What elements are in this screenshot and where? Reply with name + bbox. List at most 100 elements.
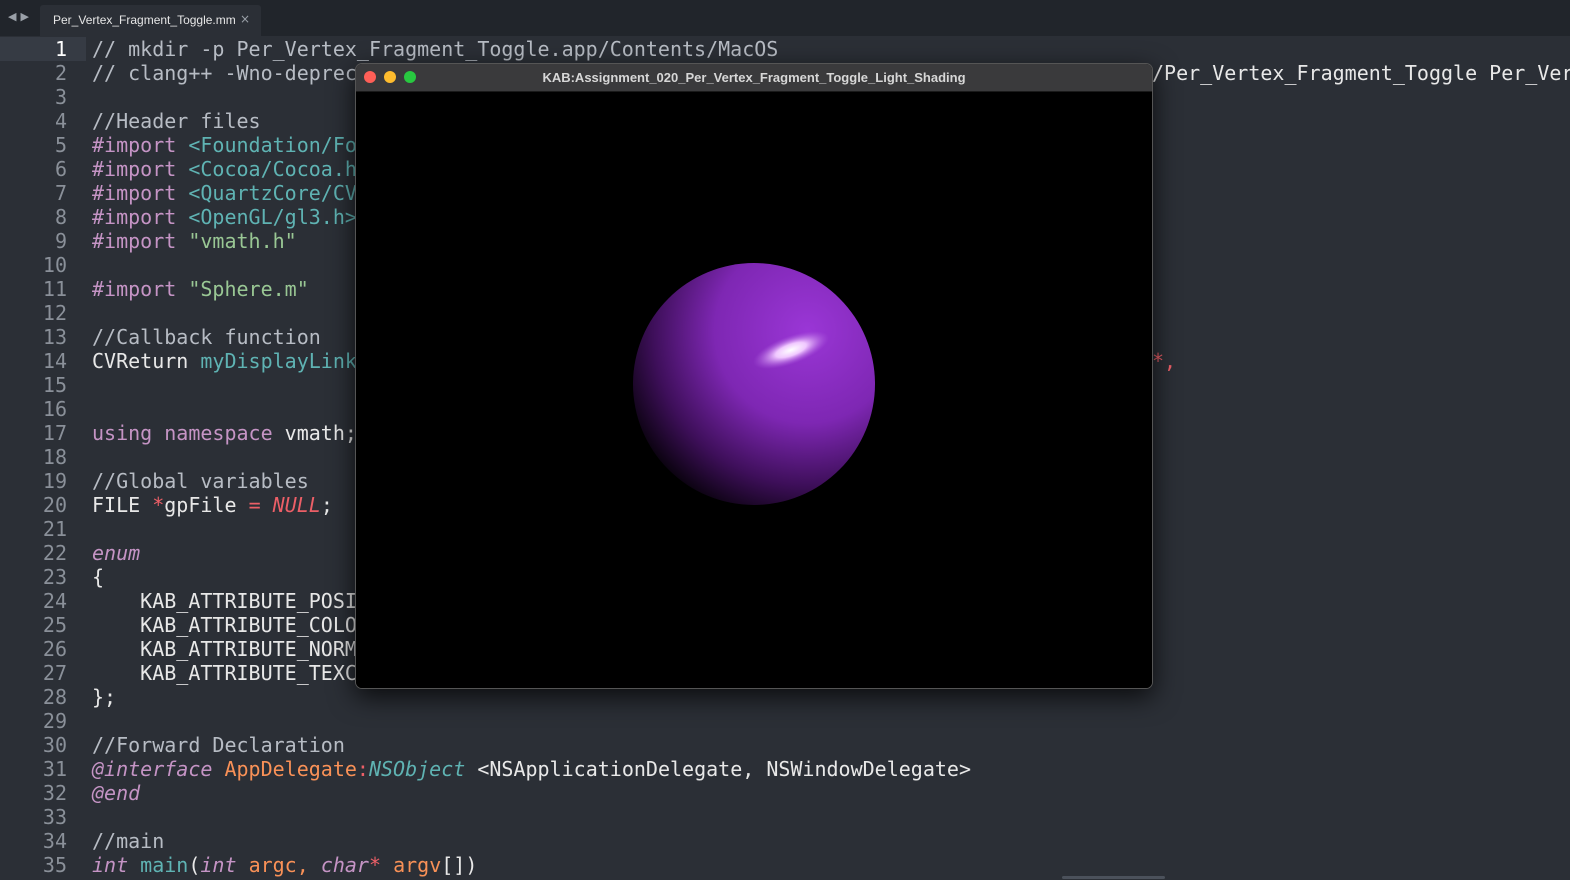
code-keyword: @end bbox=[92, 781, 141, 805]
line-number: 11 bbox=[42, 277, 67, 301]
code-line: 1 // mkdir -p Per_Vertex_Fragment_Toggle.… bbox=[0, 37, 1570, 61]
code-line: 29 bbox=[0, 709, 1570, 733]
code-text: //Callback function bbox=[92, 325, 321, 349]
code-function: main bbox=[140, 853, 189, 877]
code-keyword: int bbox=[200, 853, 249, 877]
code-keyword: char bbox=[320, 853, 369, 877]
opengl-window[interactable]: KAB:Assignment_020_Per_Vertex_Fragment_T… bbox=[355, 63, 1153, 689]
code-keyword: @interface bbox=[92, 757, 225, 781]
line-number: 14 bbox=[42, 349, 67, 373]
code-line: 31 @interface AppDelegate:NSObject <NSApp… bbox=[0, 757, 1570, 781]
line-number: 21 bbox=[42, 517, 67, 541]
line-number: 31 bbox=[42, 757, 67, 781]
line-number: 19 bbox=[42, 469, 67, 493]
code-text: //Forward Declaration bbox=[92, 733, 345, 757]
window-titlebar[interactable]: KAB:Assignment_020_Per_Vertex_Fragment_T… bbox=[356, 64, 1152, 92]
line-number: 29 bbox=[42, 709, 67, 733]
code-text: <OpenGL/gl3.h> bbox=[188, 205, 357, 229]
code-overflow-line2: /Per_Vertex_Fragment_Toggle Per_Ver bbox=[1152, 61, 1570, 85]
line-number: 8 bbox=[54, 205, 67, 229]
line-number: 7 bbox=[54, 181, 67, 205]
horizontal-scrollbar[interactable] bbox=[1062, 876, 1165, 879]
code-operator: : bbox=[356, 757, 369, 781]
line-number: 20 bbox=[42, 493, 67, 517]
line-number: 22 bbox=[42, 541, 67, 565]
line-number: 5 bbox=[54, 133, 67, 157]
line-number: 15 bbox=[42, 373, 67, 397]
code-line: 32 @end bbox=[0, 781, 1570, 805]
line-number: 30 bbox=[42, 733, 67, 757]
code-operator: * bbox=[368, 853, 394, 877]
code-text: }; bbox=[92, 685, 117, 709]
code-keyword: #import bbox=[92, 277, 189, 301]
line-number: 6 bbox=[54, 157, 67, 181]
line-number: 27 bbox=[42, 661, 67, 685]
code-text: ( bbox=[188, 853, 201, 877]
line-number: 28 bbox=[42, 685, 67, 709]
code-text: vmath; bbox=[284, 421, 357, 445]
tab-label: Per_Vertex_Fragment_Toggle.mm bbox=[53, 13, 236, 27]
code-line: 33 bbox=[0, 805, 1570, 829]
code-keyword: #import bbox=[92, 229, 189, 253]
code-text: KAB_ATTRIBUTE_POSI bbox=[92, 589, 357, 613]
line-number: 2 bbox=[54, 61, 67, 85]
code-type: FILE bbox=[92, 493, 153, 517]
tab-active-file[interactable]: Per_Vertex_Fragment_Toggle.mm × bbox=[40, 5, 261, 36]
line-number: 10 bbox=[42, 253, 67, 277]
code-string: "Sphere.m" bbox=[188, 277, 309, 301]
line-number: 26 bbox=[42, 637, 67, 661]
code-type: CVReturn bbox=[92, 349, 201, 373]
code-param: argc, bbox=[248, 853, 321, 877]
back-arrow-icon[interactable]: ◀ bbox=[8, 10, 16, 23]
code-line: 30 //Forward Declaration bbox=[0, 733, 1570, 757]
close-icon[interactable]: × bbox=[240, 12, 250, 26]
code-text: //Global variables bbox=[92, 469, 309, 493]
line-number: 24 bbox=[42, 589, 67, 613]
line-number: 4 bbox=[54, 109, 67, 133]
code-text: <Foundation/Fo bbox=[188, 133, 357, 157]
code-text: []) bbox=[441, 853, 478, 877]
line-number: 23 bbox=[42, 565, 67, 589]
line-number: 16 bbox=[42, 397, 67, 421]
code-keyword: #import bbox=[92, 205, 189, 229]
code-operator: * bbox=[152, 493, 165, 517]
code-class: AppDelegate bbox=[224, 757, 357, 781]
code-text: <Cocoa/Cocoa.h bbox=[188, 157, 357, 181]
code-text: //main bbox=[92, 829, 165, 853]
code-constant: NULL bbox=[272, 493, 321, 517]
code-keyword: using namespace bbox=[92, 421, 285, 445]
code-text: //Header files bbox=[92, 109, 261, 133]
code-text: KAB_ATTRIBUTE_NORM bbox=[92, 637, 357, 661]
code-class: NSObject bbox=[368, 757, 478, 781]
code-text: // mkdir -p Per_Vertex_Fragment_Toggle.a… bbox=[92, 37, 779, 61]
code-text: // clang++ -Wno-deprec bbox=[92, 61, 357, 85]
line-number: 32 bbox=[42, 781, 67, 805]
shaded-sphere bbox=[633, 263, 875, 505]
line-number: 34 bbox=[42, 829, 67, 853]
code-keyword: #import bbox=[92, 133, 189, 157]
code-keyword: int bbox=[92, 853, 141, 877]
line-number: 18 bbox=[42, 445, 67, 469]
code-function: myDisplayLink bbox=[200, 349, 357, 373]
line-number: 9 bbox=[54, 229, 67, 253]
code-param: argv bbox=[393, 853, 442, 877]
code-line: 35 int main(int argc, char* argv[]) bbox=[0, 853, 1570, 877]
code-line: 34 //main bbox=[0, 829, 1570, 853]
code-text: <QuartzCore/CV bbox=[188, 181, 357, 205]
code-text: KAB_ATTRIBUTE_COLO bbox=[92, 613, 357, 637]
tab-nav-arrows: ◀ ▶ bbox=[8, 10, 38, 26]
tab-bar: ◀ ▶ Per_Vertex_Fragment_Toggle.mm × bbox=[0, 0, 1570, 36]
line-number: 25 bbox=[42, 613, 67, 637]
line-number: 1 bbox=[54, 37, 67, 61]
line-number: 35 bbox=[42, 853, 67, 877]
code-operator: = bbox=[248, 493, 273, 517]
code-overflow-line14: *, bbox=[1152, 349, 1177, 373]
line-number: 17 bbox=[42, 421, 67, 445]
forward-arrow-icon[interactable]: ▶ bbox=[20, 10, 28, 23]
code-keyword: #import bbox=[92, 157, 189, 181]
line-number: 3 bbox=[54, 85, 67, 109]
code-keyword: enum bbox=[92, 541, 141, 565]
gl-render-canvas bbox=[356, 92, 1152, 688]
code-text: KAB_ATTRIBUTE_TEXC bbox=[92, 661, 357, 685]
line-number: 33 bbox=[42, 805, 67, 829]
